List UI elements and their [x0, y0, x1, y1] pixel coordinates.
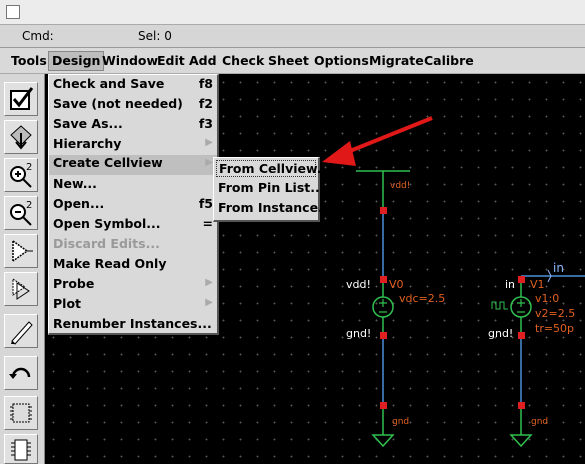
submenu-item-from-instance[interactable]: From Instance... — [218, 200, 332, 215]
menu-item-new[interactable]: New... — [53, 176, 97, 191]
submenu-arrow-icon: ▶ — [205, 137, 213, 148]
vdd-pin — [380, 207, 387, 214]
pulse-gnd-left: gnd! — [488, 327, 514, 340]
menu-item-probe[interactable]: Probe — [53, 276, 94, 291]
vdc-ref: V0 — [389, 278, 404, 291]
pulse-net-left: in — [505, 278, 516, 291]
vdc-plus-pin — [380, 276, 387, 283]
submenu-arrow-icon: ▶ — [205, 157, 213, 168]
shortcut-save: f2 — [198, 96, 213, 111]
menu-item-make-read-only[interactable]: Make Read Only — [53, 256, 166, 271]
ground-symbol-1 — [371, 434, 395, 448]
design-menu-dropdown: Check and Save f8 Save (not needed) f2 S… — [48, 74, 219, 335]
gnd-pin-1 — [380, 402, 387, 409]
menu-item-save-as[interactable]: Save As... — [53, 116, 123, 131]
vdc-gnd-left: gnd! — [346, 327, 372, 340]
shortcut-open-symbol: = — [202, 216, 213, 231]
pulse-waveform-icon — [491, 301, 508, 310]
gnd-label-1: gnd — [392, 417, 410, 427]
gnd-pin-2 — [518, 402, 525, 409]
pulse-param-3: tr=50p — [535, 322, 575, 335]
pulse-plus-pin — [518, 276, 525, 283]
ground-symbol-2 — [509, 434, 533, 448]
menu-item-check-and-save[interactable]: Check and Save — [53, 76, 164, 91]
shortcut-save-as: f3 — [198, 116, 213, 131]
pulse-ref: V1 — [530, 278, 545, 291]
shortcut-open: f5 — [198, 196, 213, 211]
pulse-param-1: v1:0 — [535, 292, 560, 305]
menu-item-hierarchy[interactable]: Hierarchy — [53, 136, 121, 151]
menu-item-open-symbol[interactable]: Open Symbol... — [53, 216, 161, 231]
vdc-net-left: vdd! — [346, 278, 371, 291]
shortcut-check-and-save: f8 — [198, 76, 213, 91]
submenu-arrow-icon: ▶ — [205, 277, 213, 288]
submenu-arrow-icon: ▶ — [205, 297, 213, 308]
vdc-minus-pin — [380, 332, 387, 339]
annotation-arrow — [344, 116, 433, 155]
menu-item-create-cellview[interactable]: Create Cellview — [49, 155, 217, 175]
create-cellview-submenu: From Cellview... From Pin List... From I… — [213, 157, 332, 222]
menu-item-discard-edits: Discard Edits... — [53, 236, 160, 251]
vdc-param: vdc=2.5 — [399, 292, 446, 305]
gnd-label-2: gnd — [531, 417, 549, 427]
menu-item-open[interactable]: Open... — [53, 196, 104, 211]
menu-item-save[interactable]: Save (not needed) — [53, 96, 183, 111]
submenu-item-from-cellview[interactable]: From Cellview... — [216, 160, 331, 177]
pulse-param-2: v2=2.5 — [535, 307, 576, 320]
submenu-item-from-pin-list[interactable]: From Pin List... — [218, 180, 324, 195]
pin-in-label: in — [553, 261, 564, 275]
net-label-vdd: vdd! — [390, 181, 411, 191]
menu-item-renumber-instances[interactable]: Renumber Instances... — [53, 316, 212, 331]
menu-item-plot[interactable]: Plot — [53, 296, 81, 311]
pulse-minus-pin — [518, 332, 525, 339]
